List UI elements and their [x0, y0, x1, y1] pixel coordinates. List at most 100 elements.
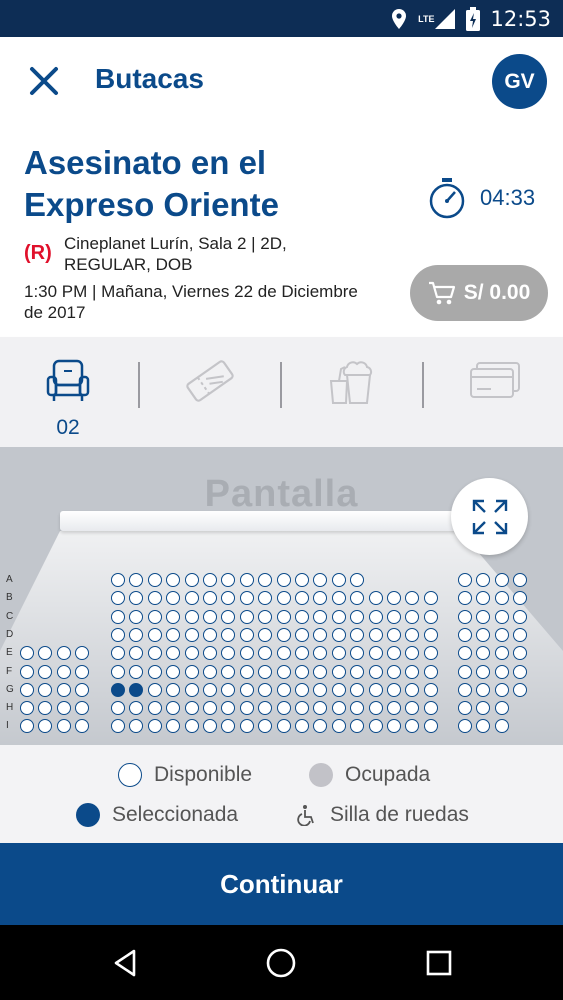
seat[interactable]	[111, 573, 125, 587]
step-tickets[interactable]	[170, 357, 250, 410]
seat[interactable]	[513, 609, 528, 624]
seat[interactable]	[147, 591, 162, 606]
seat[interactable]	[276, 701, 291, 716]
seat[interactable]	[111, 701, 125, 716]
seat[interactable]	[458, 664, 472, 679]
seat[interactable]	[203, 664, 217, 679]
seat[interactable]	[368, 646, 383, 661]
seat[interactable]	[387, 701, 401, 716]
seat[interactable]	[331, 591, 346, 606]
seat[interactable]	[203, 573, 217, 587]
seat[interactable]	[258, 627, 273, 642]
seat[interactable]	[368, 664, 383, 679]
seat[interactable]	[331, 664, 346, 679]
seat[interactable]	[184, 609, 199, 624]
seat[interactable]	[276, 719, 291, 734]
seat[interactable]	[147, 682, 162, 697]
seat[interactable]	[458, 609, 472, 624]
seat[interactable]	[494, 609, 509, 624]
seat[interactable]	[184, 682, 199, 697]
seat[interactable]	[20, 664, 34, 679]
seat[interactable]	[239, 646, 254, 661]
seat[interactable]	[276, 573, 291, 587]
seat[interactable]	[147, 627, 162, 642]
seat[interactable]	[295, 664, 309, 679]
seat[interactable]	[239, 609, 254, 624]
seat[interactable]	[276, 664, 291, 679]
seat[interactable]	[423, 701, 438, 716]
seat[interactable]	[56, 664, 71, 679]
seat[interactable]	[494, 664, 509, 679]
seat[interactable]	[276, 609, 291, 624]
seat[interactable]	[458, 682, 472, 697]
step-seats[interactable]: 02	[28, 357, 108, 440]
seat[interactable]	[387, 682, 401, 697]
seat[interactable]	[203, 682, 217, 697]
seat[interactable]	[368, 609, 383, 624]
seat[interactable]	[38, 664, 53, 679]
seat[interactable]	[221, 664, 236, 679]
seat[interactable]	[387, 664, 401, 679]
seat[interactable]	[258, 664, 273, 679]
seat[interactable]	[239, 573, 254, 587]
seat[interactable]	[405, 664, 420, 679]
seat[interactable]	[458, 701, 472, 716]
seat[interactable]	[56, 701, 71, 716]
seat[interactable]	[494, 646, 509, 661]
seat[interactable]	[368, 701, 383, 716]
seat[interactable]	[331, 609, 346, 624]
seat[interactable]	[494, 627, 509, 642]
step-snacks[interactable]	[312, 357, 392, 412]
seat[interactable]	[295, 573, 309, 587]
seat[interactable]	[184, 573, 199, 587]
seat[interactable]	[313, 609, 328, 624]
seat[interactable]	[458, 627, 472, 642]
seat[interactable]	[203, 627, 217, 642]
seat[interactable]	[423, 609, 438, 624]
close-button[interactable]	[24, 61, 64, 101]
seat[interactable]	[423, 682, 438, 697]
seat[interactable]	[331, 701, 346, 716]
seat[interactable]	[239, 701, 254, 716]
seat[interactable]	[368, 682, 383, 697]
seat[interactable]	[423, 627, 438, 642]
seat[interactable]	[350, 627, 365, 642]
expand-button[interactable]	[451, 478, 528, 555]
seat[interactable]	[184, 646, 199, 661]
seat[interactable]	[184, 664, 199, 679]
cart-button[interactable]: S/ 0.00	[410, 265, 548, 321]
seat[interactable]	[56, 682, 71, 697]
seat[interactable]	[20, 701, 34, 716]
seat[interactable]	[166, 682, 181, 697]
seat[interactable]	[276, 682, 291, 697]
seat[interactable]	[295, 627, 309, 642]
continue-button[interactable]: Continuar	[0, 843, 563, 925]
seat[interactable]	[405, 609, 420, 624]
seat[interactable]	[239, 664, 254, 679]
seat[interactable]	[166, 627, 181, 642]
seat[interactable]	[476, 609, 491, 624]
seat[interactable]	[331, 682, 346, 697]
seat[interactable]	[239, 682, 254, 697]
seat[interactable]	[423, 664, 438, 679]
seat[interactable]	[56, 646, 71, 661]
seat[interactable]	[111, 682, 125, 697]
seat[interactable]	[203, 609, 217, 624]
seat[interactable]	[75, 682, 90, 697]
seat[interactable]	[184, 701, 199, 716]
seat[interactable]	[368, 591, 383, 606]
home-button[interactable]	[265, 947, 297, 979]
seat[interactable]	[147, 646, 162, 661]
seat[interactable]	[295, 609, 309, 624]
seat[interactable]	[368, 627, 383, 642]
avatar[interactable]: GV	[492, 54, 547, 109]
seat[interactable]	[111, 664, 125, 679]
seat[interactable]	[513, 627, 528, 642]
seat[interactable]	[111, 609, 125, 624]
seat[interactable]	[350, 664, 365, 679]
seat[interactable]	[494, 682, 509, 697]
seat[interactable]	[75, 664, 90, 679]
seat[interactable]	[368, 719, 383, 734]
recents-button[interactable]	[423, 947, 455, 979]
seat[interactable]	[239, 627, 254, 642]
